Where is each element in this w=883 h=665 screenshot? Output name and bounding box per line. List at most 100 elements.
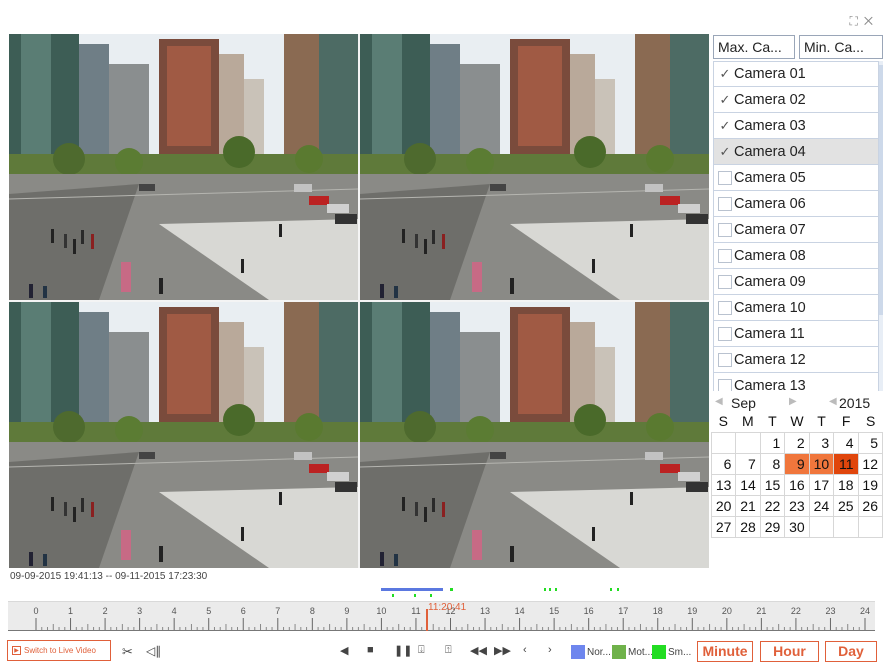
calendar-day[interactable]: 8 — [760, 454, 786, 475]
calendar-day[interactable]: 7 — [736, 454, 761, 475]
calendar-day[interactable]: 19 — [858, 475, 883, 496]
rewind-30s-icon[interactable]: ◀◀ — [470, 644, 487, 657]
calendar-day[interactable]: 15 — [760, 475, 786, 496]
calendar-day[interactable]: 21 — [736, 496, 761, 517]
camera-list-item[interactable]: Camera 08 — [713, 243, 879, 269]
checkbox-icon[interactable] — [718, 274, 732, 289]
smart-record-mark — [392, 594, 394, 597]
hour-tick-label: 24 — [860, 606, 870, 616]
fast-forward-icon[interactable]: ⍐ — [445, 644, 452, 657]
calendar-day[interactable]: 11 — [834, 454, 859, 475]
calendar-day[interactable]: 14 — [736, 475, 761, 496]
camera-list-item[interactable]: Camera 13 — [713, 373, 879, 391]
camera-list-item[interactable]: Camera 10 — [713, 295, 879, 321]
legend-motion: Mot... — [612, 644, 653, 660]
camera-list-item[interactable]: Camera 05 — [713, 165, 879, 191]
calendar-day[interactable]: 3 — [809, 433, 835, 454]
smart-record-mark — [617, 588, 619, 591]
checkbox-checked-icon[interactable]: ✓ — [718, 118, 732, 133]
camera-list-item[interactable]: ✓ Camera 04 — [713, 139, 879, 165]
calendar-day[interactable]: 17 — [809, 475, 835, 496]
video-tile-camera-03[interactable] — [9, 302, 358, 568]
checkbox-icon[interactable] — [718, 300, 732, 315]
camera-list-item[interactable]: ✓ Camera 01 — [713, 61, 879, 87]
camera-list-item[interactable]: ✓ Camera 03 — [713, 113, 879, 139]
calendar-day[interactable]: 23 — [785, 496, 810, 517]
camera-list-item[interactable]: Camera 07 — [713, 217, 879, 243]
video-tile-camera-04[interactable] — [360, 302, 709, 568]
calendar-day[interactable]: 27 — [712, 517, 737, 538]
volume-icon[interactable]: ◁∥ — [146, 644, 161, 658]
calendar-day[interactable]: 24 — [809, 496, 835, 517]
smart-record-strip — [450, 588, 453, 591]
calendar-day[interactable]: 12 — [858, 454, 883, 475]
forward-30s-icon[interactable]: ▶▶ — [494, 644, 511, 657]
slow-forward-icon[interactable]: ⍗ — [418, 644, 425, 657]
hour-tick-label: 16 — [584, 606, 594, 616]
calendar: ◀ Sep ▶ ◀ 2015 SMTWTFS 1 2 3 4 5 6 7 8 9 10 11 12 13… — [711, 393, 883, 568]
prev-year-icon[interactable]: ◀ — [829, 396, 837, 407]
camera-list-item[interactable]: Camera 09 — [713, 269, 879, 295]
current-time-label: 11:20:41 — [428, 602, 467, 613]
previous-day-icon[interactable]: ‹ — [523, 644, 527, 656]
fullscreen-icon[interactable]: ⛶ — [849, 14, 863, 28]
calendar-day[interactable]: 10 — [809, 454, 835, 475]
reverse-icon[interactable]: ◀ — [340, 644, 348, 657]
camera-list-item[interactable]: Camera 06 — [713, 191, 879, 217]
camera-name: Camera 06 — [734, 195, 806, 212]
checkbox-checked-icon[interactable]: ✓ — [718, 66, 732, 81]
next-day-icon[interactable]: › — [548, 644, 552, 656]
hour-tick-label: 14 — [515, 606, 525, 616]
camera-name: Camera 12 — [734, 351, 806, 368]
checkbox-checked-icon[interactable]: ✓ — [718, 92, 732, 107]
stop-icon[interactable]: ■ — [367, 644, 374, 656]
clip-icon[interactable]: ✂ — [122, 644, 133, 660]
video-tile-camera-01[interactable] — [9, 34, 358, 300]
zoom-hour-button[interactable]: Hour — [760, 641, 819, 662]
checkbox-icon[interactable] — [718, 222, 732, 237]
calendar-day[interactable]: 26 — [858, 496, 883, 517]
camera-list-item[interactable]: Camera 11 — [713, 321, 879, 347]
checkbox-checked-icon[interactable]: ✓ — [718, 144, 732, 159]
calendar-day[interactable]: 9 — [785, 454, 810, 475]
calendar-day[interactable]: 29 — [760, 517, 786, 538]
camera-name: Camera 03 — [734, 117, 806, 134]
calendar-day[interactable]: 28 — [736, 517, 761, 538]
calendar-day[interactable]: 4 — [834, 433, 859, 454]
normal-record-strip — [381, 588, 443, 591]
legend-normal-label: Nor... — [587, 646, 611, 658]
camera-list-item[interactable]: Camera 12 — [713, 347, 879, 373]
calendar-day[interactable]: 6 — [712, 454, 737, 475]
checkbox-icon[interactable] — [718, 196, 732, 211]
zoom-minute-button[interactable]: Minute — [697, 641, 753, 662]
calendar-day[interactable]: 16 — [785, 475, 810, 496]
checkbox-icon[interactable] — [718, 326, 732, 341]
calendar-day[interactable]: 18 — [834, 475, 859, 496]
zoom-day-button[interactable]: Day — [825, 641, 877, 662]
min-camera-button[interactable]: Min. Ca... — [799, 35, 883, 59]
camera-list-item[interactable]: ✓ Camera 02 — [713, 87, 879, 113]
calendar-day[interactable]: 5 — [858, 433, 883, 454]
checkbox-icon[interactable] — [718, 378, 732, 391]
calendar-weekdays: SMTWTFS — [711, 413, 883, 432]
camera-list-scrollbar[interactable] — [879, 61, 883, 391]
calendar-day[interactable]: 30 — [785, 517, 810, 538]
calendar-day[interactable]: 22 — [760, 496, 786, 517]
max-camera-button[interactable]: Max. Ca... — [713, 35, 795, 59]
calendar-day[interactable]: 25 — [834, 496, 859, 517]
prev-month-icon[interactable]: ◀ — [715, 396, 723, 407]
checkbox-icon[interactable] — [718, 352, 732, 367]
checkbox-icon[interactable] — [718, 170, 732, 185]
weekday-label: M — [742, 413, 754, 429]
pause-icon[interactable]: ❚❚ — [394, 644, 412, 657]
next-month-icon[interactable]: ▶ — [789, 396, 797, 407]
calendar-day[interactable]: 1 — [760, 433, 786, 454]
calendar-day[interactable]: 2 — [785, 433, 810, 454]
calendar-day[interactable]: 13 — [712, 475, 737, 496]
playhead[interactable] — [426, 609, 428, 631]
checkbox-icon[interactable] — [718, 248, 732, 263]
video-tile-camera-02[interactable] — [360, 34, 709, 300]
close-icon[interactable]: ✕ — [864, 14, 879, 28]
switch-to-live-button[interactable]: ▶ Switch to Live Video — [7, 640, 111, 661]
calendar-day[interactable]: 20 — [712, 496, 737, 517]
